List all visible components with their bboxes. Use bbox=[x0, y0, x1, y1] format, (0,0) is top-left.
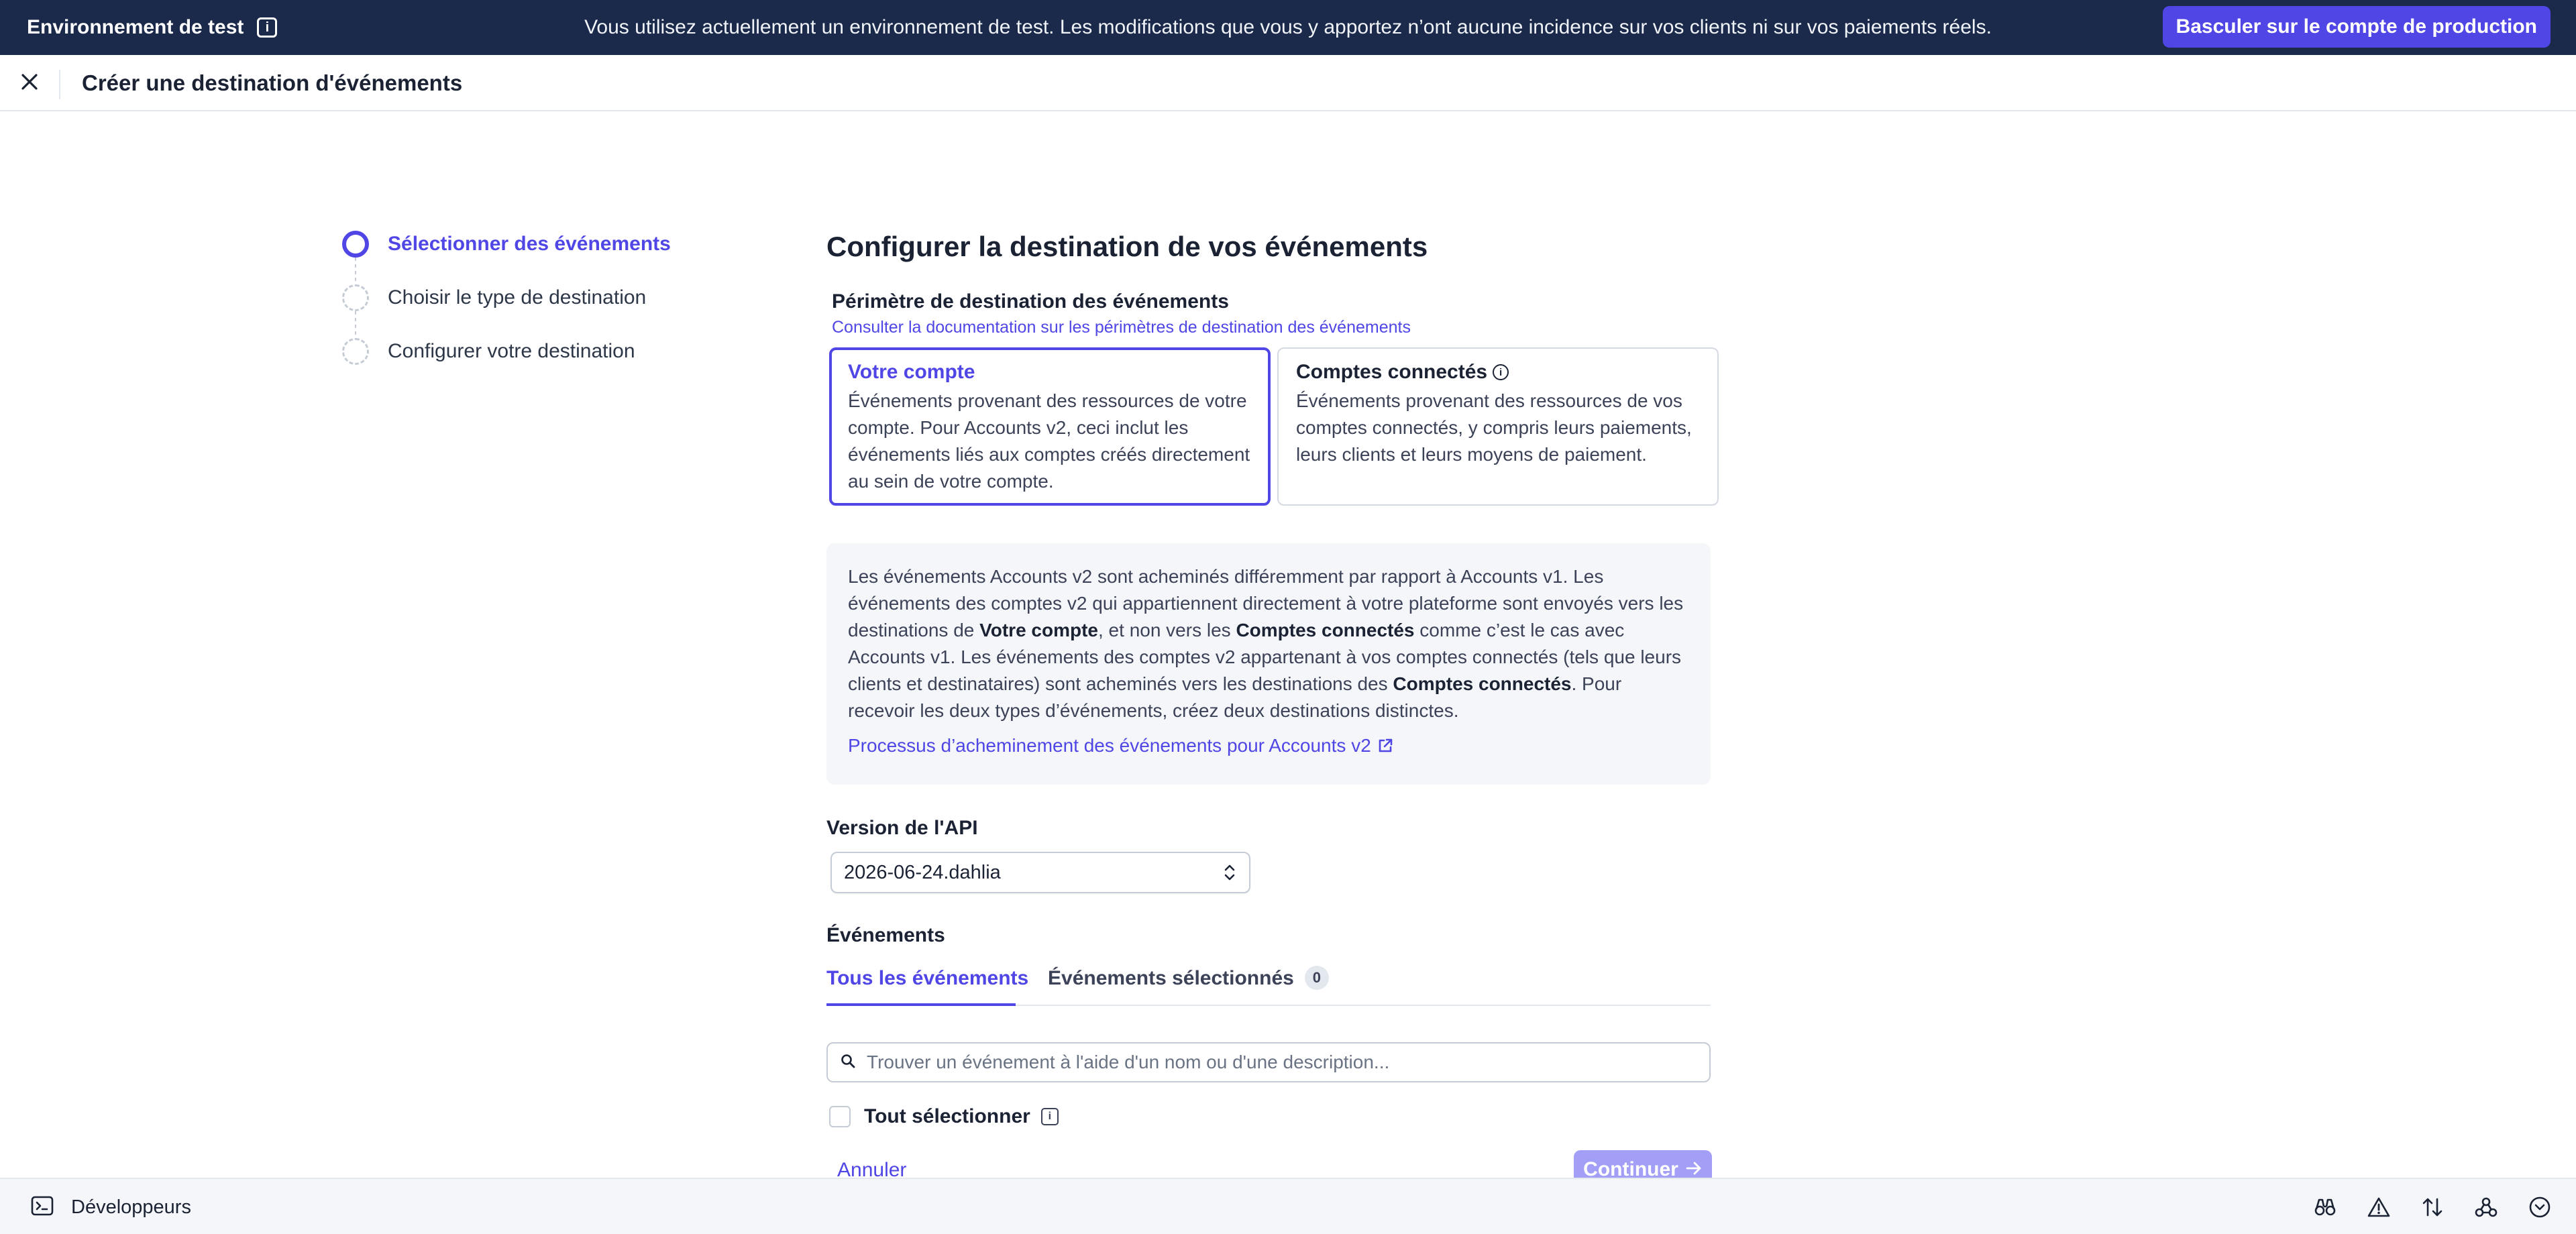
step-choose-destination-type: Choisir le type de destination bbox=[342, 284, 646, 311]
scope-option-connected-accounts[interactable]: Comptes connectés i Événements provenant… bbox=[1277, 347, 1719, 506]
accounts-v2-routing-link[interactable]: Processus d’acheminement des événements … bbox=[848, 735, 1394, 756]
page-title: Créer une destination d'événements bbox=[82, 70, 463, 95]
developers-label: Développeurs bbox=[71, 1196, 191, 1218]
warning-icon[interactable] bbox=[2367, 1195, 2391, 1219]
step-label: Configurer votre destination bbox=[388, 340, 635, 362]
scope-label: Périmètre de destination des événements bbox=[832, 290, 1229, 313]
api-version-value: 2026-06-24.dahlia bbox=[844, 861, 1001, 883]
step-select-events[interactable]: Sélectionner des événements bbox=[342, 231, 671, 258]
tab-selected-events[interactable]: Événements sélectionnés 0 bbox=[1048, 966, 1329, 1006]
step-pending-circle-icon bbox=[342, 284, 369, 311]
scope-option-your-account[interactable]: Votre compte Événements provenant des re… bbox=[829, 347, 1271, 506]
developers-toggle[interactable]: Développeurs bbox=[31, 1179, 191, 1234]
step-connector bbox=[355, 258, 356, 284]
api-version-select[interactable]: 2026-06-24.dahlia bbox=[830, 852, 1250, 893]
step-pending-circle-icon bbox=[342, 338, 369, 365]
select-all-checkbox[interactable] bbox=[829, 1106, 851, 1127]
step-connector bbox=[355, 311, 356, 338]
header-divider bbox=[59, 70, 60, 99]
search-icon bbox=[840, 1053, 856, 1072]
scope-option-description: Événements provenant des ressources de v… bbox=[848, 390, 1250, 492]
notice-text: Les événements Accounts v2 sont acheminé… bbox=[848, 566, 1684, 721]
create-destination-sheet: Créer une destination d'événements Sélec… bbox=[0, 55, 2576, 1189]
step-label: Sélectionner des événements bbox=[388, 233, 671, 255]
step-configure-destination: Configurer votre destination bbox=[342, 338, 635, 365]
event-search-input[interactable] bbox=[867, 1052, 1672, 1073]
info-icon[interactable]: i bbox=[1040, 1108, 1059, 1125]
scope-doc-link[interactable]: Consulter la documentation sur les périm… bbox=[832, 318, 1411, 337]
external-link-icon bbox=[1377, 737, 1394, 754]
notice-link-text: Processus d’acheminement des événements … bbox=[848, 735, 1371, 756]
scope-option-description: Événements provenant des ressources de v… bbox=[1296, 390, 1692, 465]
step-active-circle-icon bbox=[342, 231, 369, 258]
scope-option-title-row: Comptes connectés i bbox=[1296, 361, 1700, 384]
info-icon[interactable]: i bbox=[257, 17, 278, 38]
info-icon[interactable]: i bbox=[1493, 364, 1509, 380]
tab-label: Tous les événements bbox=[826, 967, 1029, 989]
transfer-arrows-icon[interactable] bbox=[2420, 1195, 2445, 1219]
developer-tools bbox=[2313, 1179, 2552, 1234]
terminal-icon bbox=[31, 1195, 54, 1220]
webhook-icon[interactable] bbox=[2474, 1195, 2498, 1219]
header: Créer une destination d'événements bbox=[0, 55, 2576, 111]
env-label-text: Environnement de test bbox=[27, 16, 244, 38]
developer-bar: Développeurs bbox=[0, 1178, 2576, 1234]
step-label: Choisir le type de destination bbox=[388, 286, 647, 308]
selected-count-badge: 0 bbox=[1304, 966, 1329, 990]
events-label: Événements bbox=[826, 924, 945, 946]
event-search-field[interactable] bbox=[826, 1042, 1711, 1082]
scope-option-title: Comptes connectés bbox=[1296, 361, 1488, 383]
tab-all-events[interactable]: Tous les événements bbox=[826, 967, 1028, 1006]
select-all-label[interactable]: Tout sélectionner bbox=[864, 1105, 1030, 1128]
scope-option-title: Votre compte bbox=[848, 361, 975, 383]
form-title: Configurer la destination de vos événeme… bbox=[826, 231, 1428, 262]
chevron-down-circle-icon[interactable] bbox=[2528, 1195, 2552, 1219]
events-tabs: Tous les événements Événements sélection… bbox=[826, 966, 1711, 1006]
tab-label: Événements sélectionnés bbox=[1048, 967, 1294, 989]
binoculars-icon[interactable] bbox=[2313, 1195, 2337, 1219]
close-icon[interactable] bbox=[16, 68, 43, 95]
accounts-v2-notice: Les événements Accounts v2 sont acheminé… bbox=[826, 543, 1711, 785]
switch-to-production-button[interactable]: Basculer sur le compte de production bbox=[2162, 6, 2551, 48]
api-version-label: Version de l'API bbox=[826, 817, 978, 839]
select-chevrons-icon bbox=[1222, 862, 1237, 888]
test-environment-banner: Environnement de test i Vous utilisez ac… bbox=[0, 0, 2576, 55]
env-label: Environnement de test i bbox=[27, 0, 278, 55]
select-all-row: Tout sélectionner i bbox=[829, 1105, 1059, 1128]
